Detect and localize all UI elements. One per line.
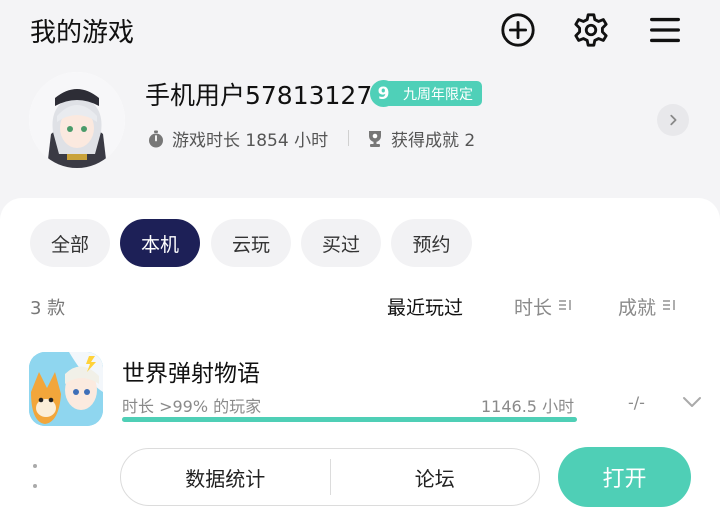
sort-duration-label: 时长 bbox=[514, 297, 553, 319]
add-circle-icon[interactable] bbox=[498, 10, 538, 50]
more-options-icon[interactable] bbox=[30, 464, 40, 488]
stopwatch-icon bbox=[149, 130, 163, 147]
game-icon[interactable] bbox=[29, 352, 103, 426]
game-title[interactable]: 世界弹射物语 bbox=[122, 354, 260, 388]
chevron-right-icon[interactable] bbox=[657, 104, 689, 136]
action-group: 数据统计 论坛 bbox=[120, 448, 540, 506]
chevron-down-icon[interactable] bbox=[681, 392, 703, 412]
anniversary-label: 九周年限定 bbox=[389, 81, 482, 106]
anniversary-number: 9 bbox=[370, 80, 397, 107]
stats-button[interactable]: 数据统计 bbox=[121, 449, 330, 505]
tab-cloud[interactable]: 云玩 bbox=[211, 219, 291, 267]
stat-divider bbox=[348, 130, 349, 146]
avatar[interactable] bbox=[29, 72, 125, 168]
tab-reserved[interactable]: 预约 bbox=[391, 219, 472, 267]
sort-duration[interactable]: 时长 bbox=[514, 293, 572, 320]
playtime-progress-fill bbox=[122, 417, 577, 422]
achievements-value: -/- bbox=[628, 393, 645, 412]
playtime-label: 游戏时长 1854 小时 bbox=[172, 131, 329, 151]
trophy-icon bbox=[369, 130, 381, 147]
gear-icon[interactable] bbox=[571, 10, 611, 50]
open-button[interactable]: 打开 bbox=[558, 447, 691, 507]
username: 手机用户57813127 bbox=[145, 81, 373, 110]
sort-achievements[interactable]: 成就 bbox=[618, 293, 676, 320]
anniversary-badge: 9 九周年限定 bbox=[370, 80, 482, 107]
playtime-rank: 时长 >99% 的玩家 bbox=[122, 397, 262, 416]
sort-recent-label: 最近玩过 bbox=[387, 297, 464, 319]
game-count: 3 款 bbox=[30, 298, 66, 319]
menu-icon[interactable] bbox=[645, 10, 685, 50]
playtime-stat: 游戏时长 1854 小时 bbox=[146, 126, 328, 151]
sort-achievements-label: 成就 bbox=[618, 297, 657, 319]
tab-all[interactable]: 全部 bbox=[30, 219, 110, 267]
sort-icon bbox=[662, 298, 676, 316]
achievements-stat: 获得成就 2 bbox=[365, 126, 475, 151]
page-title: 我的游戏 bbox=[30, 18, 135, 48]
sort-recent[interactable]: 最近玩过 bbox=[387, 293, 463, 320]
tab-purchased[interactable]: 买过 bbox=[301, 219, 381, 267]
playtime-value: 1146.5 小时 bbox=[481, 397, 575, 416]
playtime-progress bbox=[122, 417, 577, 422]
achievements-label: 获得成就 2 bbox=[391, 131, 476, 151]
tab-local[interactable]: 本机 bbox=[120, 219, 200, 267]
sort-icon bbox=[558, 298, 572, 316]
forum-button[interactable]: 论坛 bbox=[331, 449, 540, 505]
